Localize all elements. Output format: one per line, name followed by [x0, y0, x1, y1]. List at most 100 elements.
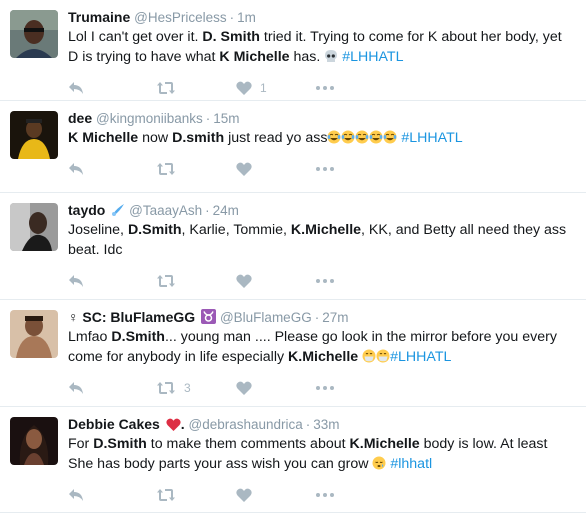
- mask-emoji: [376, 349, 390, 363]
- sleepy-emoji: [372, 456, 386, 470]
- reply-button[interactable]: [68, 162, 156, 176]
- tweet[interactable]: Trumaine @HesPriceless · 1m Lol I can't ge…: [0, 0, 586, 101]
- separator-dot: ·: [314, 310, 320, 325]
- highlighted-term: D.Smith: [127, 222, 182, 238]
- avatar[interactable]: [10, 10, 58, 58]
- tweet-text-segment: , KK, and Betty all need they ass: [361, 222, 567, 238]
- more-icon: [316, 493, 334, 497]
- retweet-button[interactable]: [156, 274, 236, 288]
- reply-icon: [69, 489, 83, 501]
- display-name[interactable]: Debbie Cakes: [68, 416, 160, 432]
- timestamp[interactable]: 1m: [237, 10, 256, 25]
- tweet-text-segment: She has body parts your ass wish you can…: [68, 456, 373, 472]
- username[interactable]: @TaaayAsh: [129, 203, 202, 218]
- username[interactable]: @HesPriceless: [134, 10, 226, 25]
- like-icon: [236, 81, 252, 95]
- retweet-button[interactable]: 3: [156, 381, 236, 395]
- display-name[interactable]: Trumaine: [68, 9, 130, 25]
- more-icon: [316, 167, 334, 171]
- retweet-button[interactable]: [156, 81, 236, 95]
- heart-emoji: [166, 418, 181, 431]
- more-button[interactable]: [316, 493, 356, 497]
- tweet[interactable]: dee @kingmoniibanks · 15m K Michelle now D…: [0, 101, 586, 193]
- joy-emoji: [355, 130, 369, 144]
- timestamp[interactable]: 33m: [313, 417, 339, 432]
- retweet-button[interactable]: [156, 488, 236, 502]
- avatar[interactable]: [10, 310, 58, 358]
- tweet-text-segment: body is low. At least: [419, 436, 548, 452]
- like-button[interactable]: [236, 162, 316, 176]
- display-name[interactable]: dee: [68, 110, 92, 126]
- retweet-icon: [157, 275, 175, 287]
- tweet-feed: Trumaine @HesPriceless · 1m Lol I can't ge…: [0, 0, 586, 513]
- skull-emoji: [324, 49, 338, 63]
- timestamp[interactable]: 24m: [213, 203, 239, 218]
- like-button[interactable]: [236, 488, 316, 502]
- highlighted-term: D.smith: [172, 130, 225, 146]
- reply-button[interactable]: [68, 274, 156, 288]
- tweet[interactable]: Debbie Cakes . @debrashaundrica · 33m For …: [0, 407, 586, 513]
- username[interactable]: @BluFlameGG: [220, 310, 312, 325]
- timestamp[interactable]: 27m: [322, 310, 348, 325]
- display-name[interactable]: ♀ SC: BluFlameGG: [68, 309, 195, 325]
- avatar[interactable]: [10, 111, 58, 159]
- more-button[interactable]: [316, 167, 356, 171]
- hashtag-link[interactable]: #lhhatl: [390, 456, 432, 472]
- more-icon: [316, 386, 334, 390]
- like-icon: [236, 162, 252, 176]
- more-button[interactable]: [316, 386, 356, 390]
- reply-button[interactable]: [68, 81, 156, 95]
- highlighted-term: D.Smith: [111, 329, 165, 345]
- tweet-text-segment: Lmfao: [68, 329, 112, 345]
- like-button[interactable]: 1: [236, 81, 316, 95]
- hashtag-link[interactable]: #LHHATL: [342, 49, 403, 65]
- separator-dot: ·: [205, 203, 210, 218]
- username[interactable]: @kingmoniibanks: [96, 111, 203, 126]
- avatar[interactable]: [10, 417, 58, 465]
- tweet-text-segment: now: [138, 130, 173, 146]
- retweet-button[interactable]: [156, 162, 236, 176]
- separator-dot: ·: [205, 111, 211, 126]
- highlighted-term: K Michelle: [219, 49, 290, 65]
- timestamp[interactable]: 15m: [213, 111, 239, 126]
- separator-dot: ·: [305, 417, 311, 432]
- joy-emoji: [383, 130, 397, 144]
- tweet-text-segment: beat. Idc: [68, 242, 123, 258]
- tweet-actions: [68, 480, 574, 510]
- more-button[interactable]: [316, 86, 356, 90]
- reply-button[interactable]: [68, 381, 156, 395]
- reply-button[interactable]: [68, 488, 156, 502]
- mask-emoji: [362, 349, 376, 363]
- tweet-text-segment: tried it. Trying to come for K about her…: [259, 29, 562, 45]
- like-button[interactable]: [236, 274, 316, 288]
- more-icon: [316, 279, 334, 283]
- more-icon: [316, 86, 334, 90]
- highlighted-term: K.Michelle: [288, 349, 359, 365]
- display-name[interactable]: taydo: [68, 202, 105, 218]
- reply-icon: [69, 382, 83, 394]
- tweet-actions: [68, 266, 574, 296]
- tweet[interactable]: taydo @TaaayAsh · 24m Joseline, D.Smith, K…: [0, 193, 586, 300]
- retweet-icon: [157, 489, 175, 501]
- more-button[interactable]: [316, 279, 356, 283]
- hashtag-link[interactable]: #LHHATL: [401, 130, 462, 146]
- username[interactable]: @debrashaundrica: [189, 417, 303, 432]
- avatar[interactable]: [10, 203, 58, 251]
- tweet[interactable]: ♀ SC: BluFlameGG @BluFlameGG · 27m Lmfao D…: [0, 300, 586, 407]
- retweet-icon: [157, 163, 175, 175]
- like-button[interactable]: [236, 381, 316, 395]
- tweet-text-segment: Joseline,: [68, 222, 128, 238]
- tweet-text: Joseline, D.Smith, Karlie, Tommie, K.Mic…: [68, 220, 574, 260]
- highlighted-term: K Michelle: [68, 130, 139, 146]
- reply-icon: [69, 275, 83, 287]
- like-count: 1: [260, 81, 267, 95]
- tweet-text-segment: to make them comments about: [146, 436, 350, 452]
- retweet-count: 3: [184, 381, 191, 395]
- hashtag-link[interactable]: #LHHATL: [390, 349, 451, 365]
- highlighted-term: K.Michelle: [290, 222, 362, 238]
- joy-emoji: [327, 130, 341, 144]
- highlighted-term: D.Smith: [93, 436, 147, 452]
- tweet-text: K Michelle now D.smith just read yo ass …: [68, 128, 574, 148]
- comet-icon: [112, 204, 125, 216]
- separator-dot: ·: [229, 10, 235, 25]
